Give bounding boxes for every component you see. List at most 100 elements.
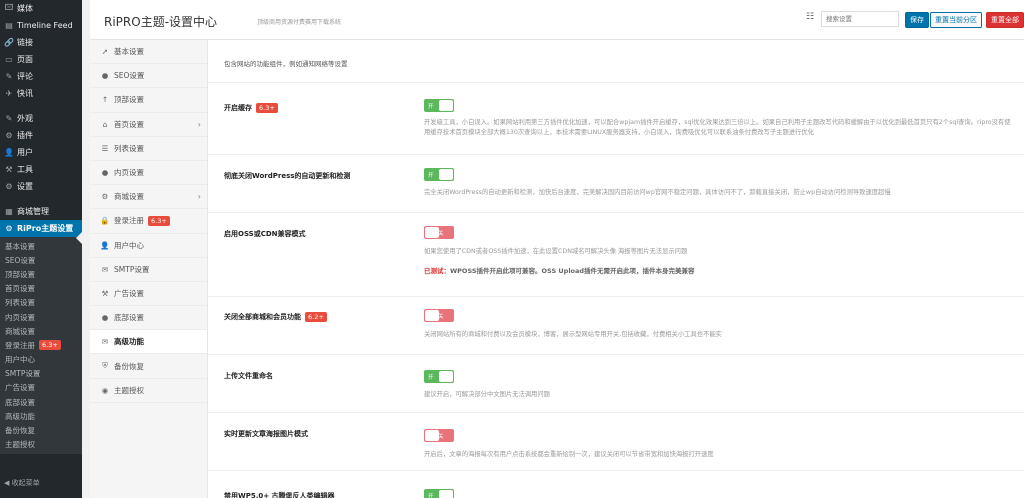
options-nav-item[interactable]: ➚ 基本设置: [90, 40, 207, 65]
wp-submenu-item[interactable]: 用户中心: [0, 353, 82, 367]
plugin-icon: ⚙: [5, 131, 13, 140]
wp-menu-item[interactable]: ✎ 评论: [0, 68, 82, 85]
user-icon: 👤: [4, 148, 14, 157]
version-badge: 6.2+: [305, 312, 327, 322]
options-nav-item[interactable]: ◉ 主题授权: [90, 379, 207, 403]
list-icon[interactable]: ☷: [806, 12, 814, 22]
options-nav-label: 顶部设置: [114, 95, 144, 105]
search-input[interactable]: [821, 11, 899, 27]
wp-submenu-label: 列表设置: [5, 298, 35, 308]
options-nav-label: 高级功能: [114, 337, 144, 347]
wp-menu-item[interactable]: 🖾 媒体: [0, 0, 82, 17]
toggle-text: 开: [428, 493, 434, 498]
wp-menu-ripro[interactable]: ⚙ RiPro主题设置: [0, 220, 82, 237]
options-nav-label: SEO设置: [114, 71, 145, 81]
wp-menu-item[interactable]: ✎ 外观: [0, 110, 82, 127]
wp-submenu-item[interactable]: 高级功能: [0, 409, 82, 423]
wp-submenu-item[interactable]: 登录注册 6.3+: [0, 338, 82, 352]
collapse-menu-button[interactable]: ◀ 收起菜单: [4, 478, 40, 488]
wp-menu-label: 快讯: [17, 89, 33, 98]
version-badge: 6.3+: [39, 340, 61, 351]
save-button[interactable]: 保存: [905, 12, 929, 28]
wp-submenu: 基本设置 SEO设置顶部设置 首页设置列表设置内页设置商城设置 登录注册 6.3+ 用户中…: [0, 237, 82, 454]
options-nav-item[interactable]: 🔒 登录注册 6.3+: [90, 209, 207, 234]
option-row: 彻底关闭WordPress的自动更新和检测 开完全关闭WordPress的自动更新…: [208, 154, 1024, 212]
wp-submenu-label: 内页设置: [5, 312, 35, 322]
wp-menu-item[interactable]: 👤 用户: [0, 144, 82, 161]
options-nav-item[interactable]: ⚙ 商城设置 ›: [90, 185, 207, 210]
wp-submenu-item[interactable]: 商城设置: [0, 324, 82, 338]
options-nav-label: 首页设置: [114, 119, 144, 129]
option-toggle[interactable]: 关: [424, 429, 454, 442]
option-toggle[interactable]: 关: [424, 309, 454, 322]
wp-menu-item[interactable]: ▭ 页面: [0, 51, 82, 68]
option-toggle[interactable]: 开: [424, 99, 454, 112]
warning-text: WPOSS插件开启此项可兼容。OSS Upload插件无需开启此项，插件本身完美…: [450, 267, 695, 275]
chevron-right-icon: ›: [197, 119, 201, 129]
pin-icon: ↑: [101, 95, 109, 105]
options-nav-item[interactable]: ● 底部设置: [90, 306, 207, 331]
option-toggle[interactable]: 开: [424, 168, 454, 181]
wp-submenu-label: SMTP设置: [5, 369, 41, 379]
option-label-text: 上传文件重命名: [224, 372, 273, 380]
wp-submenu-item[interactable]: SMTP设置: [0, 367, 82, 381]
wp-menu-shop[interactable]: ▦ 商城管理: [0, 203, 82, 220]
page-icon: ▭: [5, 55, 13, 64]
option-row: 开启缓存 6.3+ 开开发级工具，小白误入。如果网站利用第三方插件优化加速，可以配合…: [208, 82, 1024, 154]
wp-menu-item[interactable]: ✈ 快讯: [0, 85, 82, 102]
version-badge: 6.3+: [148, 215, 170, 226]
options-nav-item[interactable]: ● 内页设置: [90, 161, 207, 186]
option-toggle[interactable]: 开: [424, 489, 454, 498]
wp-menu-label: 设置: [17, 182, 33, 191]
wp-submenu-item[interactable]: 底部设置: [0, 395, 82, 409]
user-icon: 👤: [100, 240, 110, 250]
wp-menu-item[interactable]: ⚙ 设置: [0, 178, 82, 195]
options-nav-label: 基本设置: [114, 47, 144, 57]
wp-submenu-item[interactable]: 内页设置: [0, 310, 82, 324]
wp-submenu-item[interactable]: 顶部设置: [0, 267, 82, 281]
wp-menu-item[interactable]: ⚒ 工具: [0, 161, 82, 178]
reset-section-button[interactable]: 重置当前分区: [930, 12, 982, 28]
options-nav-item[interactable]: ✉ 高级功能: [90, 330, 207, 355]
wp-submenu-item[interactable]: 基本设置: [0, 239, 82, 253]
wp-submenu-item[interactable]: SEO设置: [0, 253, 82, 267]
wp-menu-label: Timeline Feed: [17, 21, 73, 30]
wp-submenu-item[interactable]: 首页设置: [0, 282, 82, 296]
options-nav-item[interactable]: ⚒ 广告设置: [90, 282, 207, 307]
options-nav-item[interactable]: ↑ 顶部设置: [90, 88, 207, 113]
chevron-right-icon: ›: [197, 192, 201, 202]
wp-submenu-item[interactable]: 列表设置: [0, 296, 82, 310]
list-icon: ☰: [101, 143, 109, 153]
wp-submenu-item[interactable]: 广告设置: [0, 381, 82, 395]
envelope-icon: ✉: [101, 337, 109, 347]
wp-submenu-item[interactable]: 备份恢复: [0, 423, 82, 437]
wp-menu-label: 页面: [17, 55, 33, 64]
option-warning: 已测试：WPOSS插件开启此项可兼容。OSS Upload插件无需开启此项，插件…: [424, 265, 695, 275]
option-toggle[interactable]: 开: [424, 370, 454, 383]
reset-all-button[interactable]: 重置全部: [986, 12, 1024, 28]
options-nav-item[interactable]: ⛨ 备份恢复: [90, 354, 207, 379]
options-nav-item[interactable]: 👤 用户中心: [90, 234, 207, 258]
wp-submenu-label: 主题授权: [5, 440, 35, 450]
option-toggle[interactable]: 关: [424, 226, 454, 239]
rocket-icon: ➚: [101, 47, 109, 57]
circle-icon: ●: [101, 313, 109, 323]
toggle-knob: [439, 100, 453, 111]
wp-submenu-label: SEO设置: [5, 255, 36, 265]
wp-menu-item[interactable]: 🔗 链接: [0, 34, 82, 51]
wp-submenu-item[interactable]: 主题授权: [0, 438, 82, 452]
option-label-text: 实时更新文章海报图片模式: [224, 430, 308, 438]
toggle-text: 开: [428, 172, 434, 179]
options-nav-item[interactable]: ● SEO设置: [90, 64, 207, 89]
lock-icon: 🔒: [100, 216, 110, 226]
options-nav-item[interactable]: ✉ SMTP设置: [90, 258, 207, 282]
options-nav-item[interactable]: ⌂ 首页设置 ›: [90, 113, 207, 137]
option-label: 开启缓存 6.3+: [224, 103, 278, 113]
option-label: 实时更新文章海报图片模式: [224, 429, 308, 439]
toggle-text: 开: [428, 374, 434, 381]
options-nav-item[interactable]: ☰ 列表设置: [90, 137, 207, 161]
option-label: 关闭全部商城和会员功能 6.2+: [224, 312, 327, 322]
option-label-text: 禁用WP5.0+ 古腾堡反人类编辑器: [224, 492, 335, 498]
wp-menu-item[interactable]: ▤ Timeline Feed: [0, 17, 82, 34]
wp-menu-item[interactable]: ⚙ 插件: [0, 127, 82, 144]
